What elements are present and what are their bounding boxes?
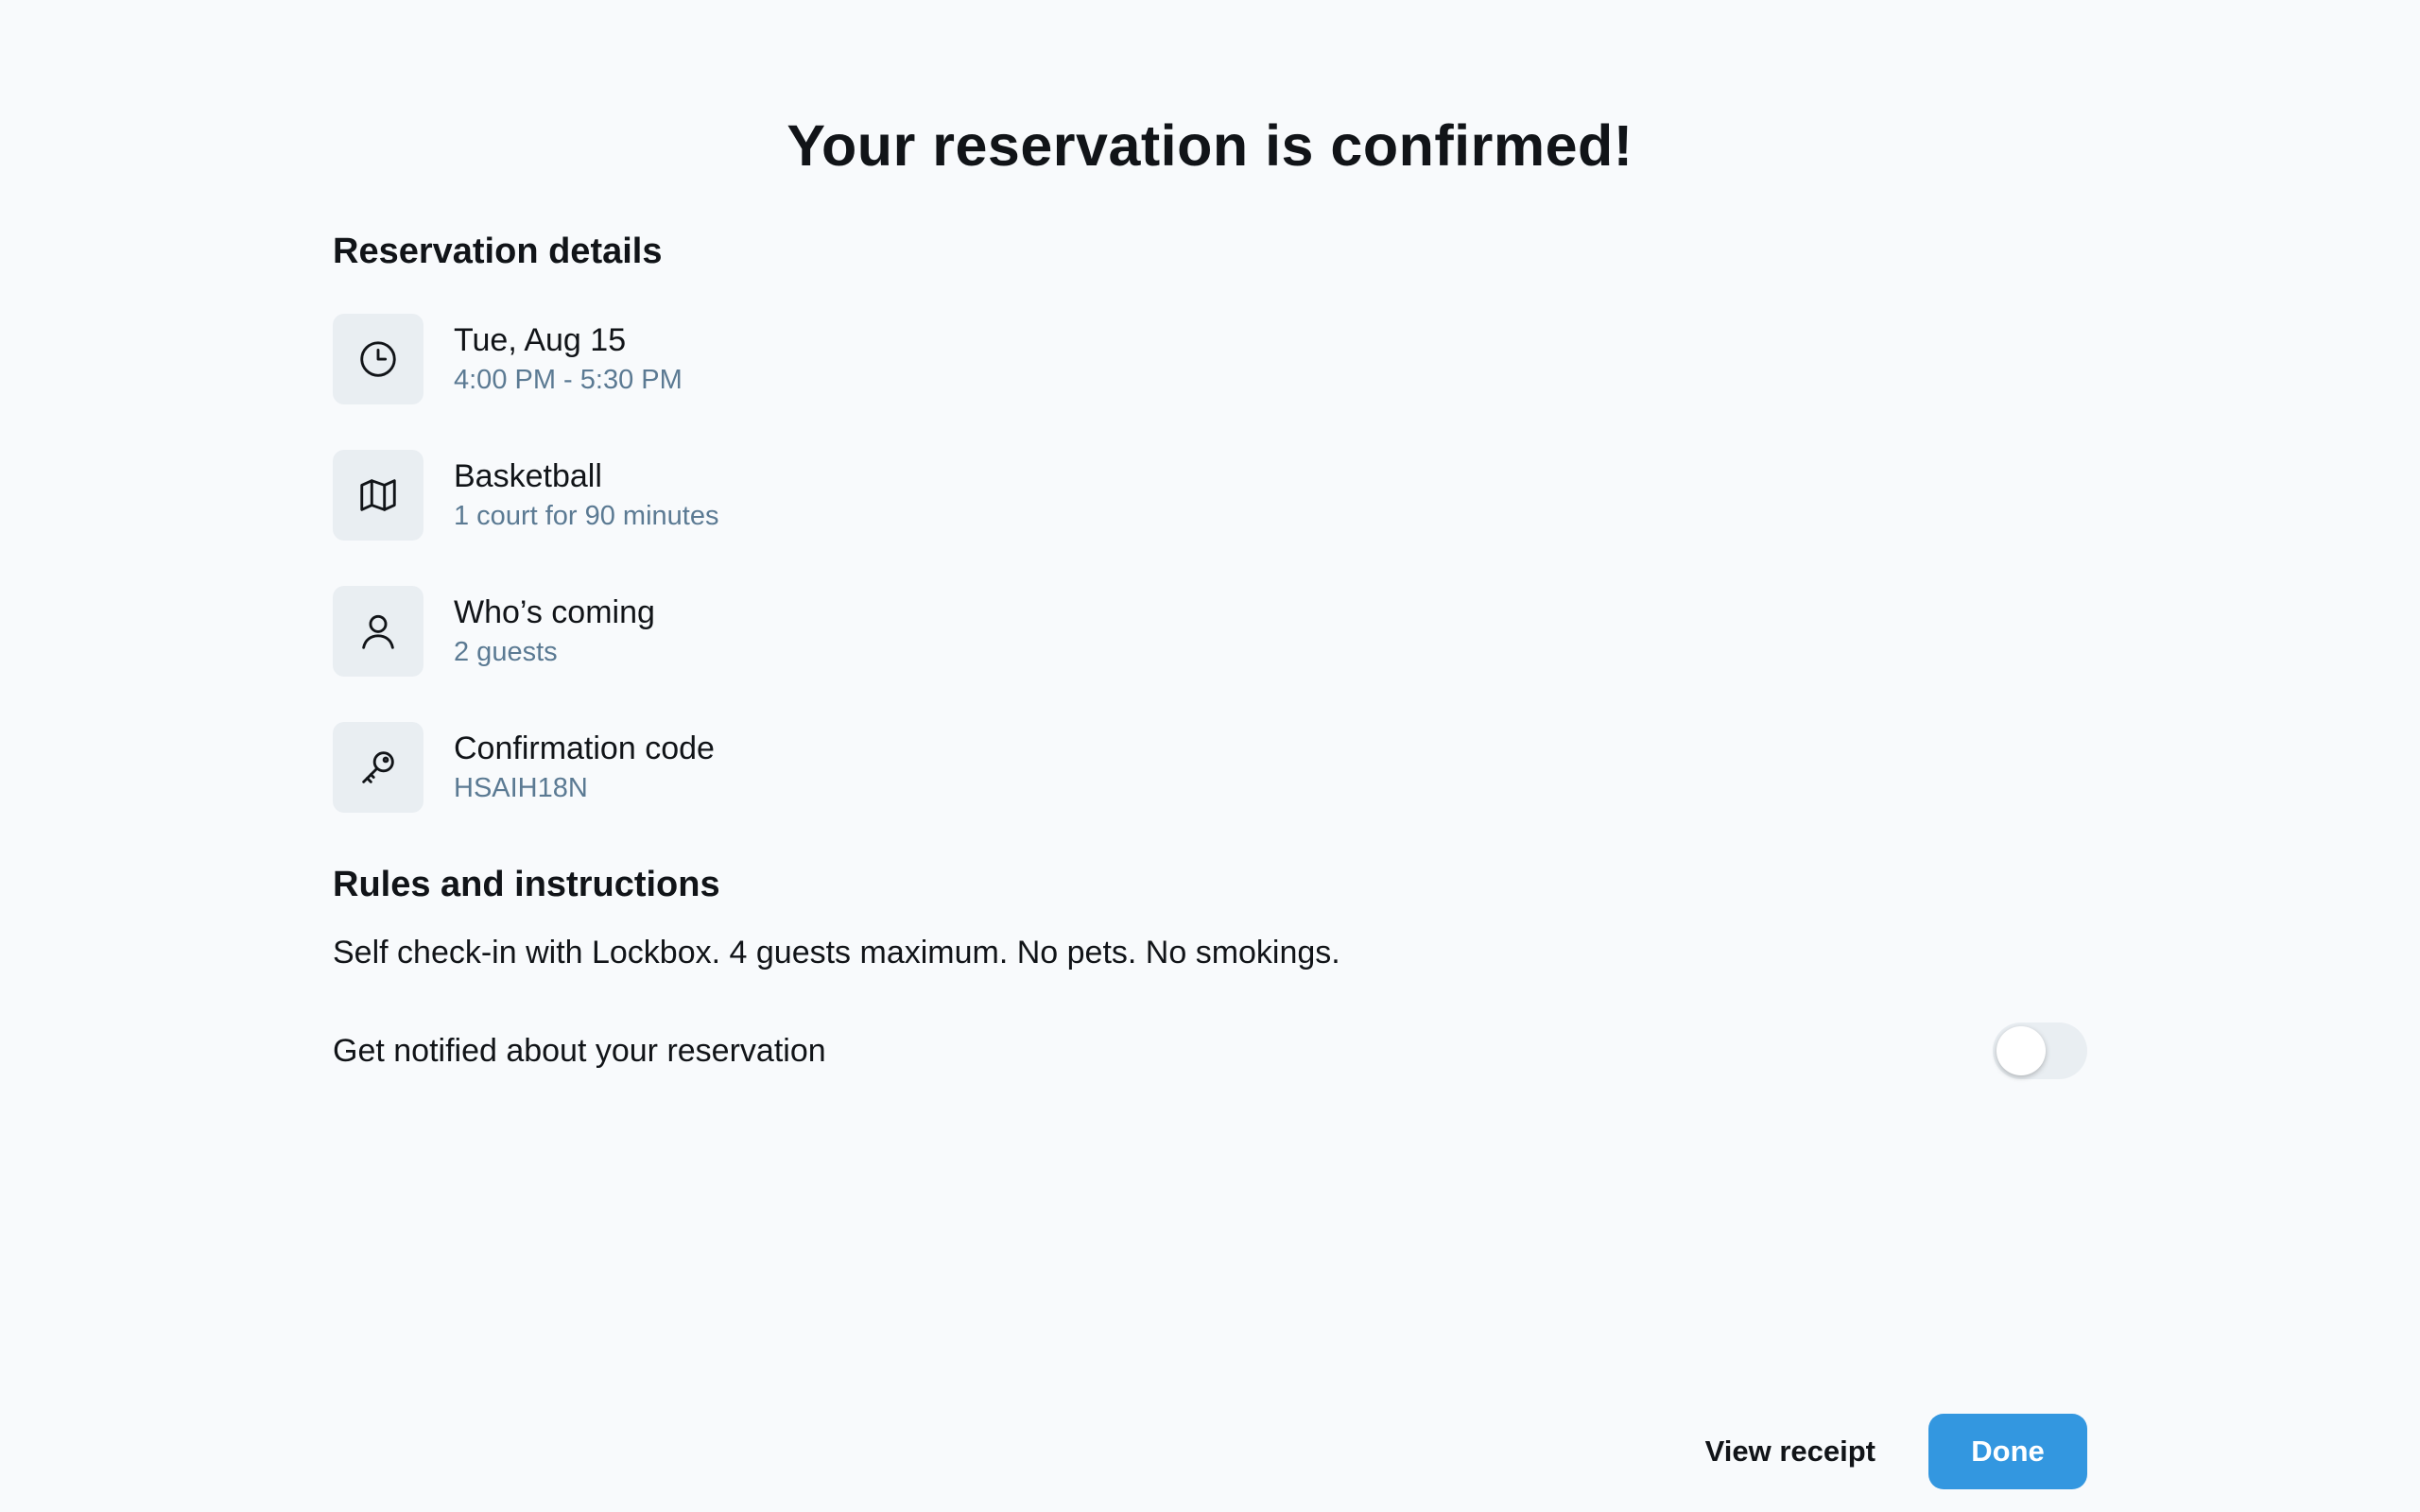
reservation-details-heading: Reservation details (333, 232, 663, 271)
detail-item-activity: Basketball 1 court for 90 minutes (333, 450, 718, 541)
key-icon (333, 722, 424, 813)
detail-guests-subtitle: 2 guests (454, 637, 558, 667)
detail-date-subtitle: 4:00 PM - 5:30 PM (454, 365, 683, 395)
detail-item-confirmation-code: Confirmation code HSAIH18N (333, 722, 715, 813)
view-receipt-button[interactable]: View receipt (1679, 1414, 1902, 1489)
detail-guests-title: Who’s coming (454, 594, 655, 630)
map-icon (333, 450, 424, 541)
notification-row: Get notified about your reservation (333, 1021, 2087, 1081)
detail-code-value: HSAIH18N (454, 773, 588, 803)
detail-item-date: Tue, Aug 15 4:00 PM - 5:30 PM (333, 314, 683, 404)
detail-activity-title: Basketball (454, 458, 602, 494)
footer-actions: View receipt Done (1679, 1414, 2087, 1489)
detail-date-title: Tue, Aug 15 (454, 322, 627, 358)
detail-code-title: Confirmation code (454, 730, 715, 766)
confirmation-page: Your reservation is confirmed! Reservati… (0, 0, 2420, 1512)
user-icon (333, 586, 424, 677)
detail-activity-subtitle: 1 court for 90 minutes (454, 501, 719, 531)
detail-item-guests: Who’s coming 2 guests (333, 586, 655, 677)
clock-icon (333, 314, 424, 404)
rules-text: Self check-in with Lockbox. 4 guests max… (333, 935, 1340, 971)
toggle-knob (1996, 1026, 2046, 1075)
page-title: Your reservation is confirmed! (786, 113, 1634, 178)
rules-heading: Rules and instructions (333, 865, 720, 904)
done-button[interactable]: Done (1928, 1414, 2087, 1489)
notification-label: Get notified about your reservation (333, 1033, 826, 1069)
notification-toggle[interactable] (1993, 1022, 2087, 1079)
